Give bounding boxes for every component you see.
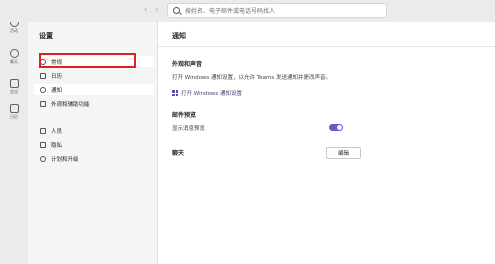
- rail-item-chat[interactable]: 聊天: [0, 49, 28, 65]
- notifications-panel: 通知 外观和声音 打开 Windows 通知设置，以允许 Teams 发送通知并…: [158, 22, 495, 264]
- rail-item-label: 日历: [10, 114, 18, 119]
- settings-item-label: 日历: [51, 73, 63, 80]
- header-divider: [158, 46, 495, 47]
- settings-item-plans[interactable]: 计划和升级: [34, 153, 154, 164]
- page-title: 通知: [172, 32, 186, 40]
- diamond-icon: [40, 155, 46, 162]
- title-bar: ‹ › 按姓名、电子邮件或电话号码找人: [0, 0, 495, 22]
- chat-icon: [9, 49, 19, 58]
- message-preview-heading: 邮件预览: [172, 112, 197, 119]
- brush-icon: [40, 100, 46, 107]
- chat-heading: 聊天: [172, 150, 185, 157]
- calendar-icon: [40, 72, 46, 79]
- search-input[interactable]: 按姓名、电子邮件或电话号码找人: [167, 3, 387, 18]
- rail-item-meetings[interactable]: 会议: [0, 79, 28, 95]
- appearance-sound-heading: 外观和声音: [172, 61, 203, 68]
- highlight-annotation: [39, 53, 136, 68]
- settings-item-people[interactable]: 人员: [34, 125, 154, 136]
- search-placeholder: 按姓名、电子邮件或电话号码找人: [185, 8, 276, 15]
- edit-button[interactable]: 编辑: [326, 147, 361, 159]
- rail-item-label: 会议: [10, 89, 18, 94]
- video-icon: [9, 79, 19, 88]
- settings-item-label: 通知: [51, 87, 63, 94]
- calendar-icon: [9, 104, 19, 113]
- settings-item-calendar[interactable]: 日历: [34, 70, 154, 81]
- show-preview-toggle[interactable]: [329, 124, 343, 131]
- settings-item-label: 计划和升级: [51, 156, 79, 163]
- app-rail: T 活动 聊天 会议 日历: [0, 0, 28, 264]
- history-nav: ‹ ›: [144, 5, 158, 14]
- search-icon: [173, 7, 180, 14]
- rail-item-label: 活动: [10, 28, 18, 33]
- settings-item-appearance[interactable]: 外观和辅助功能: [34, 98, 154, 109]
- appearance-description: 打开 Windows 通知设置，以允许 Teams 发送通知并更改声音。: [172, 75, 331, 81]
- rail-item-label: 聊天: [10, 59, 18, 64]
- settings-item-privacy[interactable]: 隐私: [34, 139, 154, 150]
- forward-arrow-icon[interactable]: ›: [155, 5, 158, 14]
- settings-item-label: 外观和辅助功能: [51, 101, 90, 108]
- open-windows-settings-link[interactable]: 打开 Windows 通知设置: [172, 89, 242, 97]
- rail-item-calendar[interactable]: 日历: [0, 104, 28, 120]
- lock-icon: [40, 141, 46, 148]
- people-icon: [40, 127, 46, 134]
- settings-item-notifications[interactable]: 通知: [34, 84, 154, 95]
- windows-icon: [172, 90, 178, 96]
- bell-icon: [40, 86, 46, 93]
- settings-item-label: 人员: [51, 128, 63, 135]
- settings-title: 设置: [39, 32, 53, 40]
- link-label: 打开 Windows 通知设置: [181, 91, 243, 97]
- show-preview-label: 显示消息预览: [172, 126, 206, 132]
- settings-item-label: 隐私: [51, 142, 63, 149]
- back-arrow-icon[interactable]: ‹: [144, 5, 147, 14]
